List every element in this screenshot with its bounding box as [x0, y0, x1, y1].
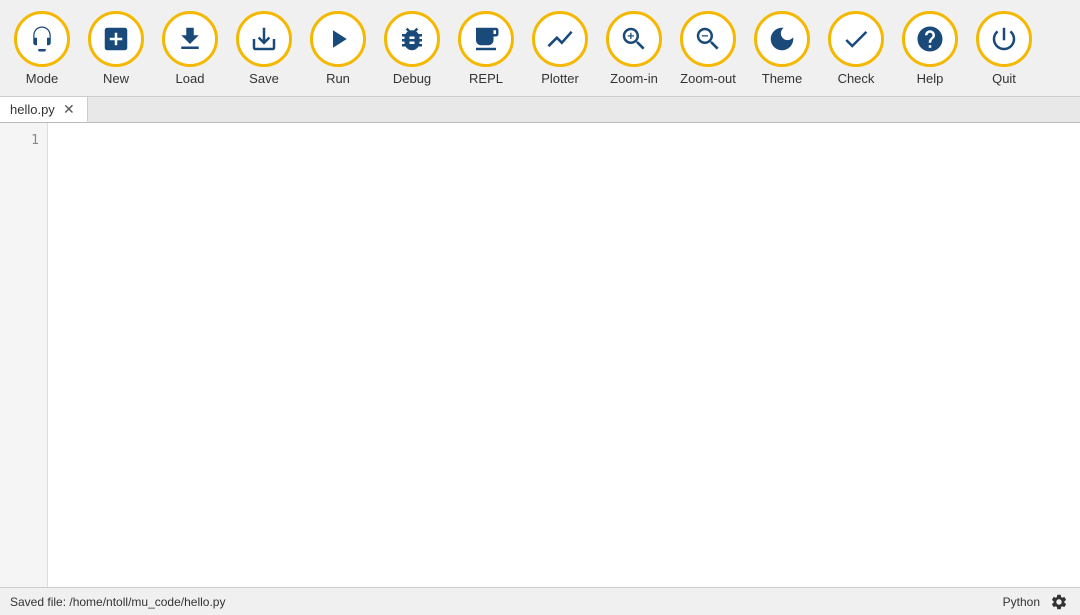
repl-icon — [471, 24, 501, 54]
help-icon — [915, 24, 945, 54]
save-button[interactable]: Save — [228, 4, 300, 92]
run-button[interactable]: Run — [302, 4, 374, 92]
theme-label: Theme — [762, 71, 802, 86]
editor-area: 1 — [0, 123, 1080, 587]
check-circle — [828, 11, 884, 67]
new-button[interactable]: New — [80, 4, 152, 92]
debug-circle — [384, 11, 440, 67]
zoom-out-icon — [693, 24, 723, 54]
line-number-1: 1 — [0, 131, 39, 151]
quit-label: Quit — [992, 71, 1016, 86]
check-label: Check — [838, 71, 875, 86]
toolbar: Mode New Load Save Run Debug REPL Plotter Zoom-i… — [0, 0, 1080, 97]
new-label: New — [103, 71, 129, 86]
mode-label: Mode — [26, 71, 59, 86]
run-circle — [310, 11, 366, 67]
load-button[interactable]: Load — [154, 4, 226, 92]
save-circle — [236, 11, 292, 67]
save-icon — [249, 24, 279, 54]
quit-icon — [989, 24, 1019, 54]
repl-button[interactable]: REPL — [450, 4, 522, 92]
debug-button[interactable]: Debug — [376, 4, 448, 92]
mode-circle — [14, 11, 70, 67]
zoom-out-circle — [680, 11, 736, 67]
help-circle — [902, 11, 958, 67]
save-label: Save — [249, 71, 279, 86]
zoom-in-button[interactable]: Zoom-in — [598, 4, 670, 92]
line-numbers: 1 — [0, 123, 48, 587]
check-icon — [841, 24, 871, 54]
language-label: Python — [1003, 595, 1040, 609]
run-label: Run — [326, 71, 350, 86]
plotter-button[interactable]: Plotter — [524, 4, 596, 92]
load-label: Load — [176, 71, 205, 86]
debug-icon — [397, 24, 427, 54]
load-circle — [162, 11, 218, 67]
zoom-out-label: Zoom-out — [680, 71, 736, 86]
editor-content[interactable] — [48, 123, 1080, 587]
repl-circle — [458, 11, 514, 67]
theme-button[interactable]: Theme — [746, 4, 818, 92]
mode-button[interactable]: Mode — [6, 4, 78, 92]
zoom-in-label: Zoom-in — [610, 71, 658, 86]
zoom-out-button[interactable]: Zoom-out — [672, 4, 744, 92]
debug-label: Debug — [393, 71, 431, 86]
mode-icon — [27, 24, 57, 54]
gear-icon — [1050, 593, 1068, 611]
status-right: Python — [1003, 591, 1070, 613]
theme-circle — [754, 11, 810, 67]
status-message: Saved file: /home/ntoll/mu_code/hello.py — [10, 595, 225, 609]
new-circle — [88, 11, 144, 67]
run-icon — [323, 24, 353, 54]
load-icon — [175, 24, 205, 54]
quit-button[interactable]: Quit — [968, 4, 1040, 92]
theme-icon — [767, 24, 797, 54]
zoom-in-icon — [619, 24, 649, 54]
tab-close-button[interactable]: ✕ — [61, 101, 77, 117]
new-icon — [101, 24, 131, 54]
tab-label: hello.py — [10, 102, 55, 117]
help-label: Help — [917, 71, 944, 86]
zoom-in-circle — [606, 11, 662, 67]
tab-hello-py[interactable]: hello.py ✕ — [0, 97, 88, 122]
quit-circle — [976, 11, 1032, 67]
plotter-icon — [545, 24, 575, 54]
status-bar: Saved file: /home/ntoll/mu_code/hello.py… — [0, 587, 1080, 615]
tab-bar: hello.py ✕ — [0, 97, 1080, 123]
plotter-label: Plotter — [541, 71, 579, 86]
settings-button[interactable] — [1048, 591, 1070, 613]
plotter-circle — [532, 11, 588, 67]
help-button[interactable]: Help — [894, 4, 966, 92]
repl-label: REPL — [469, 71, 503, 86]
check-button[interactable]: Check — [820, 4, 892, 92]
